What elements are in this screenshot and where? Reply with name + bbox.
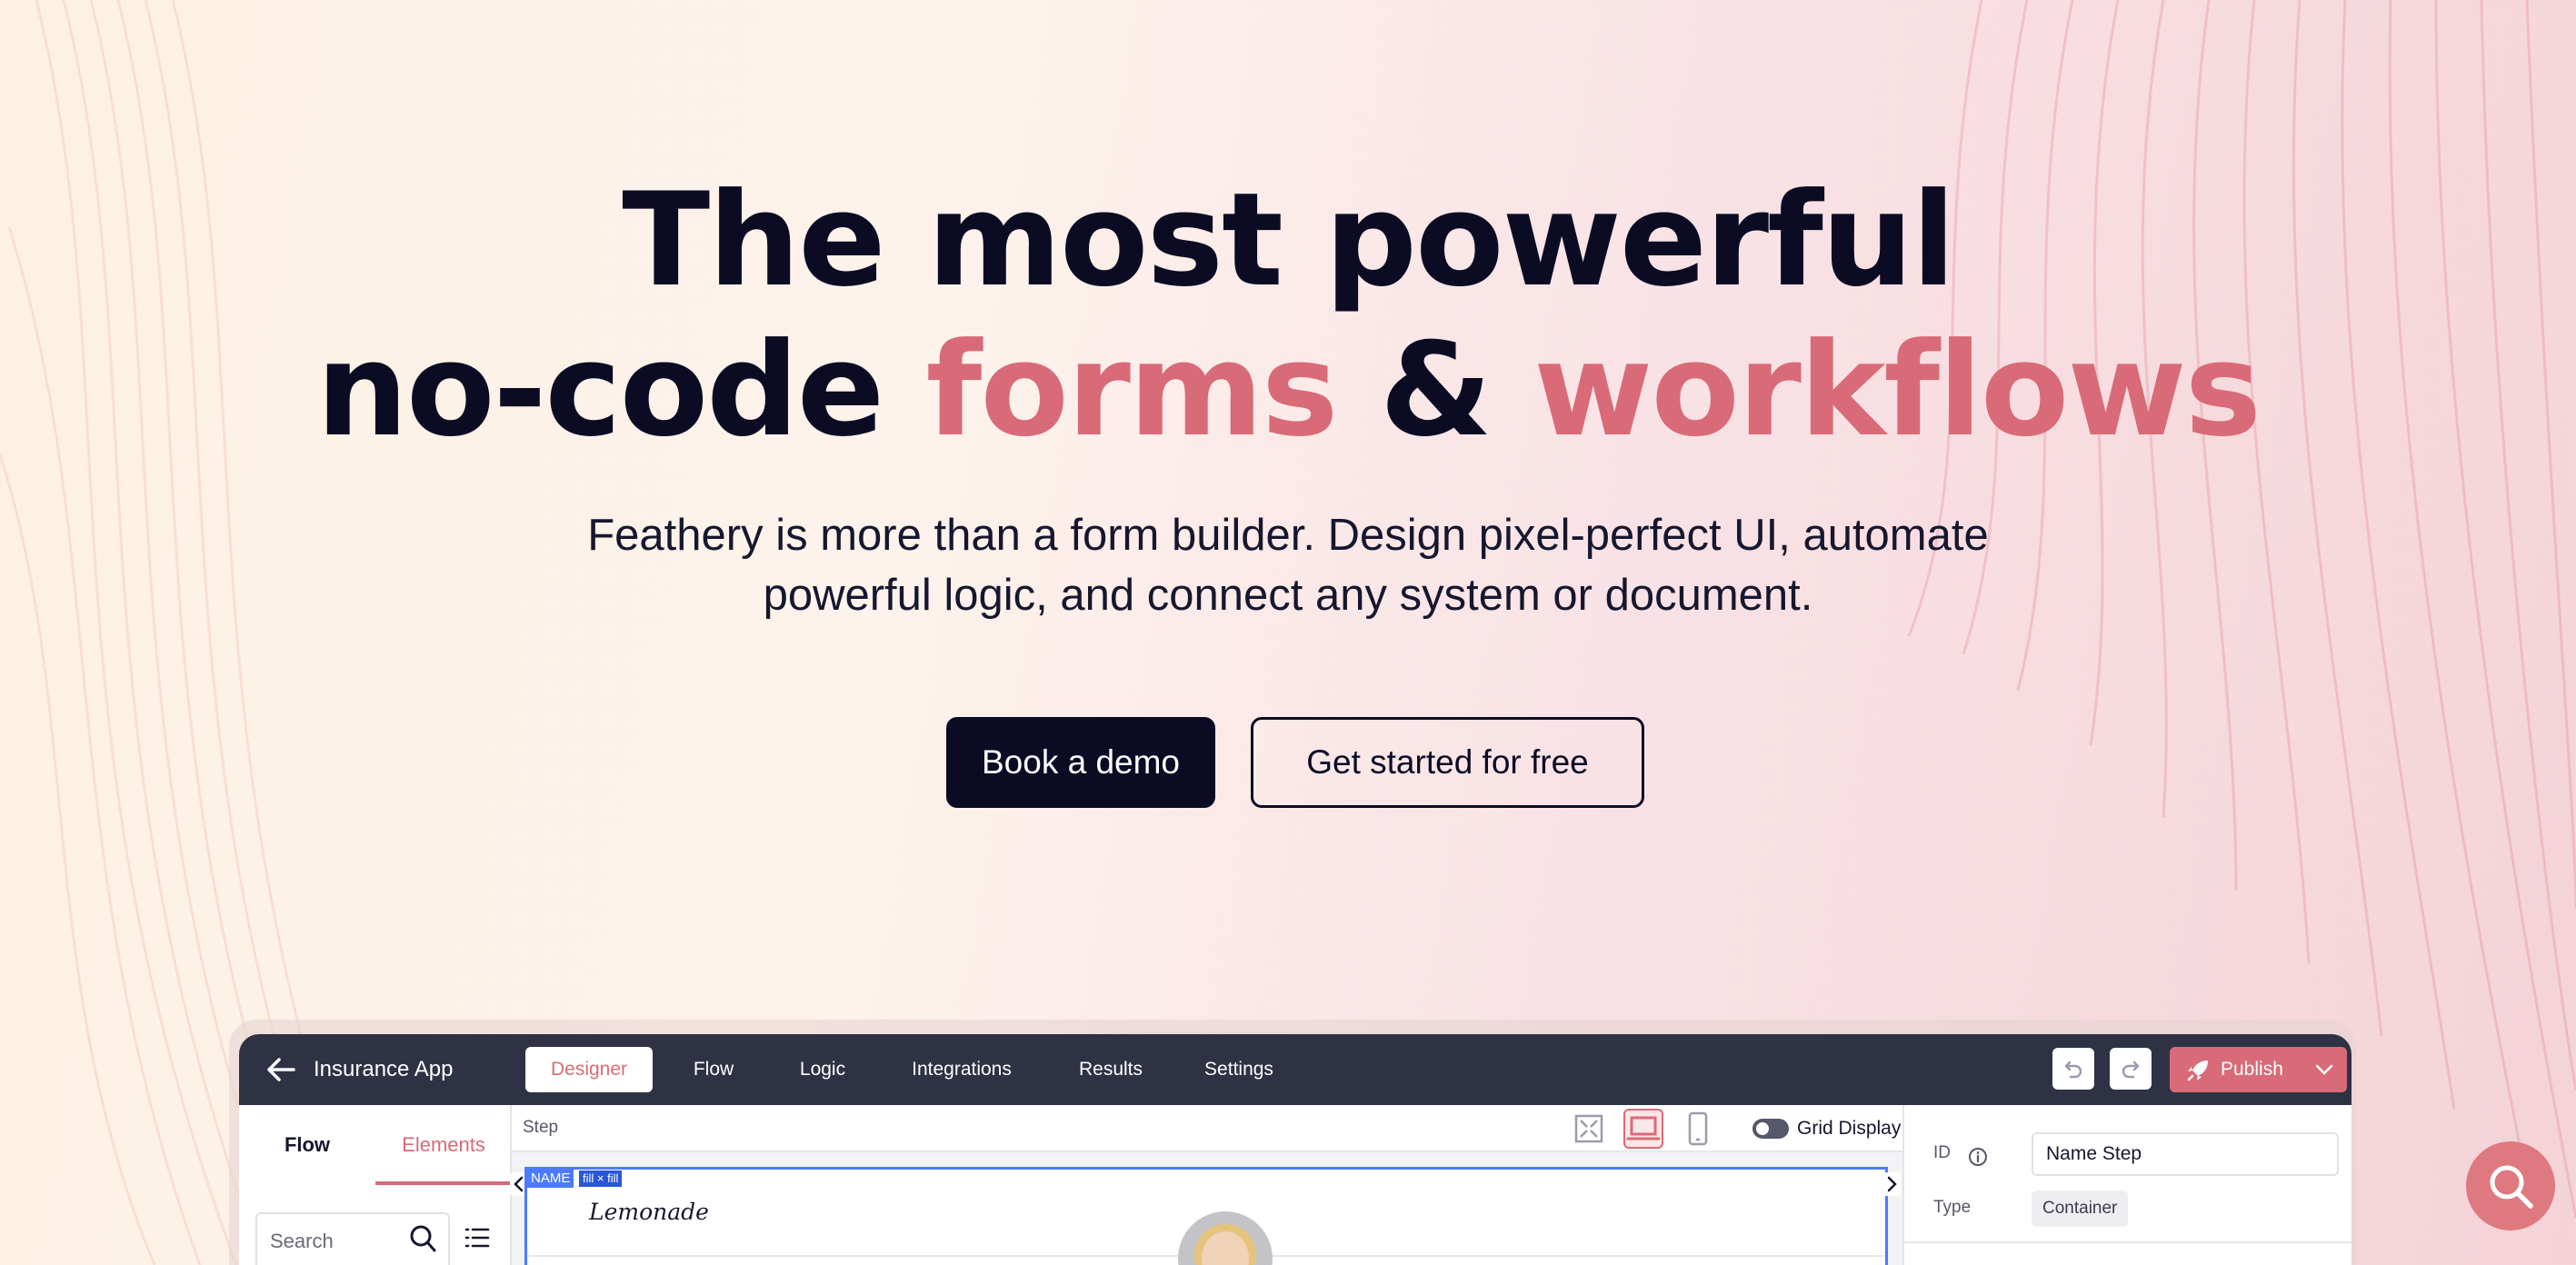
brand-logo: Lemonade — [589, 1199, 709, 1225]
rocket-icon — [2187, 1061, 2208, 1081]
tab-flow[interactable]: Flow — [688, 1047, 739, 1092]
canvas-area: Step Grid Display NAME fill × fill Lemon… — [510, 1105, 1902, 1265]
headline-line-2: no-code forms & workflows — [0, 318, 2576, 463]
subtitle-line-1: Feathery is more than a form builder. De… — [587, 511, 1989, 560]
publish-button[interactable]: Publish — [2170, 1047, 2347, 1092]
info-icon[interactable] — [1968, 1147, 1988, 1167]
element-name-tag: NAME — [527, 1170, 574, 1188]
app-topbar: Insurance App Designer Flow Logic Integr… — [239, 1034, 2351, 1105]
app-preview: Insurance App Designer Flow Logic Integr… — [239, 1034, 2351, 1265]
book-demo-button[interactable]: Book a demo — [946, 717, 1215, 808]
form-step-frame[interactable]: NAME fill × fill Lemonade — [524, 1167, 1888, 1265]
grid-display-label: Grid Display — [1797, 1118, 1902, 1139]
type-label: Type — [1933, 1198, 1972, 1217]
redo-button[interactable] — [2110, 1048, 2152, 1090]
undo-button[interactable] — [2052, 1048, 2094, 1090]
undo-icon — [2064, 1061, 2082, 1079]
back-arrow-icon[interactable] — [265, 1054, 297, 1085]
id-label: ID — [1933, 1143, 1951, 1162]
desktop-icon — [1626, 1116, 1661, 1140]
headline-ampersand: & — [1336, 315, 1534, 465]
tab-integrations[interactable]: Integrations — [907, 1047, 1016, 1092]
desktop-view-button[interactable] — [1623, 1109, 1663, 1149]
headline-line-1: The most powerful — [622, 165, 1955, 315]
mobile-icon[interactable] — [1678, 1109, 1718, 1149]
step-label: Step — [523, 1118, 559, 1137]
right-panel-divider — [1904, 1241, 2351, 1243]
tab-designer[interactable]: Designer — [525, 1047, 653, 1092]
left-tab-elements[interactable]: Elements — [375, 1105, 512, 1185]
get-started-button[interactable]: Get started for free — [1251, 717, 1644, 808]
right-panel: ID Name Step Type Container — [1902, 1105, 2351, 1265]
fill-size-tag: fill × fill — [579, 1170, 623, 1187]
headline-accent-forms: forms — [925, 315, 1339, 465]
tab-results[interactable]: Results — [1077, 1047, 1144, 1092]
headline-accent-workflows: workflows — [1533, 315, 2261, 465]
avatar — [1178, 1211, 1273, 1265]
subtitle-line-2: powerful logic, and connect any system o… — [763, 571, 1813, 620]
grid-display-toggle[interactable] — [1752, 1119, 1789, 1139]
tab-settings[interactable]: Settings — [1200, 1047, 1278, 1092]
redo-icon — [2122, 1061, 2140, 1079]
search-icon — [410, 1225, 436, 1252]
left-panel: Flow Elements Search — [239, 1105, 512, 1265]
fullscreen-icon[interactable] — [1569, 1109, 1609, 1149]
type-chip: Container — [2032, 1190, 2129, 1227]
app-title: Insurance App — [314, 1057, 454, 1081]
step-toolbar: Step Grid Display — [512, 1105, 1902, 1152]
list-icon[interactable] — [464, 1225, 490, 1250]
publish-label: Publish — [2221, 1059, 2283, 1080]
left-tab-flow[interactable]: Flow — [239, 1105, 375, 1185]
chevron-down-icon[interactable] — [2315, 1063, 2333, 1076]
headline-text: no-code — [315, 315, 926, 465]
search-fab-icon — [2490, 1165, 2533, 1209]
step-id-field[interactable]: Name Step — [2032, 1132, 2339, 1176]
tab-logic[interactable]: Logic — [795, 1047, 850, 1092]
search-fab-button[interactable] — [2466, 1141, 2555, 1230]
chevron-right-icon[interactable] — [1882, 1172, 1901, 1196]
